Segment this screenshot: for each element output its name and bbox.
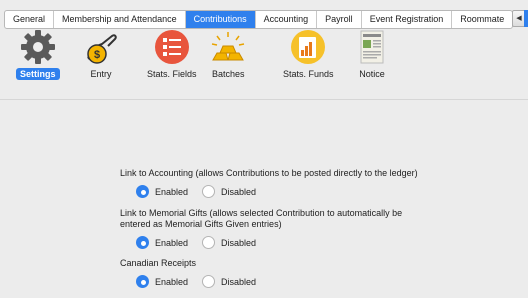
toolbar-stats-funds-label: Stats. Funds [283, 69, 334, 79]
radio-group: Enabled Disabled [136, 236, 520, 249]
setting-description: Link to Memorial Gifts (allows selected … [120, 208, 403, 229]
radio-label: Disabled [221, 186, 257, 197]
setting-canadian-receipts: Canadian Receipts Enabled Disabled [120, 258, 520, 288]
bar-chart-icon [289, 28, 327, 66]
newspaper-icon [353, 28, 391, 66]
tab-contributions[interactable]: Contributions [185, 11, 256, 28]
gear-icon [19, 28, 57, 66]
toolbar-batches-label: Batches [212, 69, 245, 79]
radio-disabled[interactable]: Disabled [202, 275, 256, 288]
radio-disabled[interactable]: Disabled [202, 185, 256, 198]
radio-circle-selected[interactable] [136, 185, 149, 198]
toolbar-settings-label: Settings [16, 68, 60, 80]
setting-link-memorial-gifts: Link to Memorial Gifts (allows selected … [120, 208, 520, 249]
toolbar-stats-fields-label: Stats. Fields [147, 69, 197, 79]
toolbar-stats-funds-button[interactable]: Stats. Funds [279, 28, 338, 80]
tab-event-registration[interactable]: Event Registration [362, 11, 453, 28]
toolbar-entry-button[interactable]: $ Entry [82, 28, 120, 80]
toolbar-settings-button[interactable]: Settings [16, 28, 60, 80]
radio-circle[interactable] [202, 236, 216, 249]
toolbar-notice-label: Notice [359, 69, 385, 79]
module-tab-bar: General Membership and Attendance Contri… [0, 0, 528, 29]
radio-group: Enabled Disabled [136, 185, 520, 198]
svg-text:$: $ [94, 49, 100, 61]
toolbar-batches-button[interactable]: Batches [208, 28, 249, 80]
setting-description: Link to Accounting (allows Contributions… [120, 168, 418, 178]
radio-circle-selected[interactable] [136, 236, 149, 249]
radio-label: Enabled [155, 186, 189, 197]
tab-roommate[interactable]: Roommate [452, 11, 512, 28]
toolbar-notice-button[interactable]: Notice [353, 28, 391, 80]
list-icon [153, 28, 191, 66]
tabs-row: General Membership and Attendance Contri… [4, 10, 514, 29]
radio-circle[interactable] [202, 185, 216, 198]
radio-circle-selected[interactable] [136, 275, 149, 288]
radio-circle[interactable] [202, 275, 216, 288]
money-hand-icon: $ [82, 28, 120, 66]
setting-link-accounting: Link to Accounting (allows Contributions… [120, 168, 520, 198]
toolbar-divider [0, 99, 528, 100]
radio-enabled[interactable]: Enabled [136, 275, 188, 288]
setting-description: Canadian Receipts [120, 258, 197, 268]
radio-enabled[interactable]: Enabled [136, 185, 188, 198]
tab-scroll-indicator [524, 10, 528, 27]
radio-label: Enabled [155, 276, 189, 287]
tab-membership-attendance[interactable]: Membership and Attendance [54, 11, 186, 28]
gold-bars-icon [209, 28, 247, 66]
tab-payroll[interactable]: Payroll [317, 11, 362, 28]
toolbar-entry-label: Entry [90, 69, 112, 79]
radio-disabled[interactable]: Disabled [202, 236, 256, 249]
radio-group: Enabled Disabled [136, 275, 520, 288]
radio-label: Enabled [155, 237, 189, 248]
tab-general[interactable]: General [5, 11, 55, 28]
tab-accounting[interactable]: Accounting [256, 11, 318, 28]
radio-enabled[interactable]: Enabled [136, 236, 188, 249]
radio-label: Disabled [221, 276, 257, 287]
radio-label: Disabled [221, 237, 257, 248]
toolbar-stats-fields-button[interactable]: Stats. Fields [143, 28, 201, 80]
contributions-toolbar: Settings $ Entry Stats. Fields Batches S… [0, 28, 528, 84]
